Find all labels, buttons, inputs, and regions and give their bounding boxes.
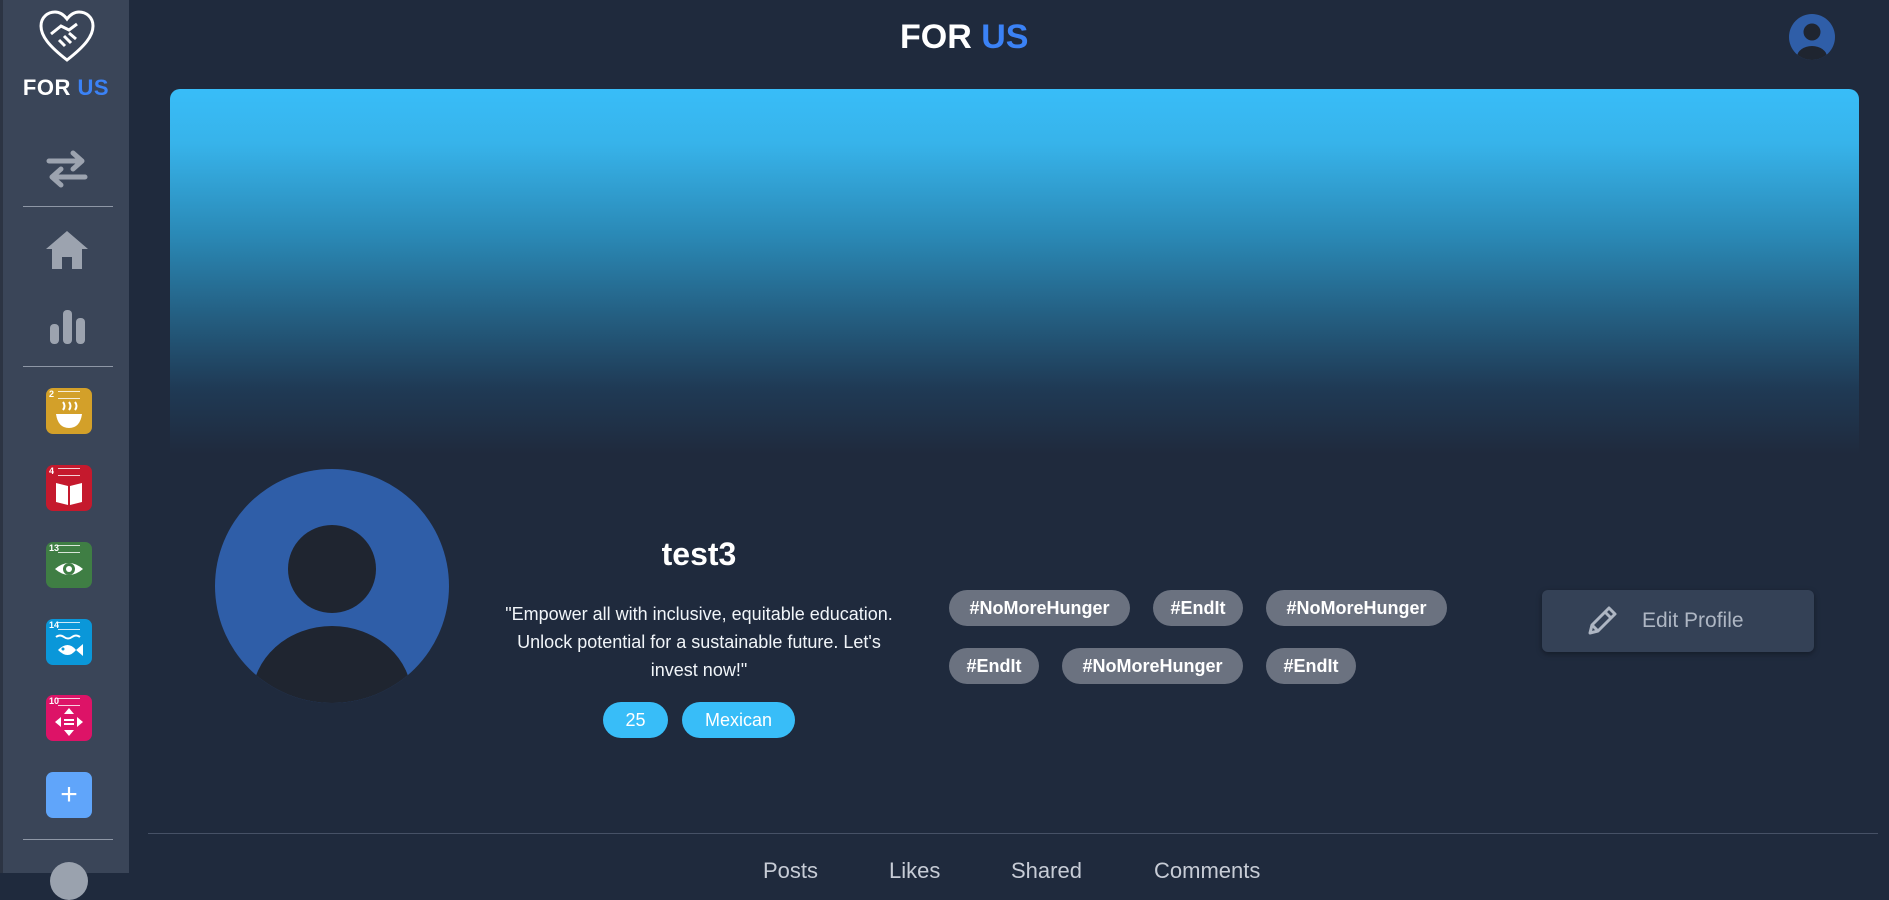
tab-likes[interactable]: Likes [889,858,940,884]
sdg-14-life-below-water-icon[interactable]: 14 [46,619,92,665]
edit-profile-button[interactable]: Edit Profile [1542,590,1814,652]
age-badge: 25 [603,702,668,738]
hashtag-tag[interactable]: #NoMoreHunger [1266,590,1447,626]
hashtag-tag[interactable]: #NoMoreHunger [1062,648,1243,684]
tab-shared[interactable]: Shared [1011,858,1082,884]
sidebar-avatar[interactable] [50,862,88,900]
edit-profile-label: Edit Profile [1642,609,1744,632]
profile-banner [170,89,1859,454]
hashtag-tag[interactable]: #EndIt [949,648,1039,684]
sidebar-divider [23,839,113,840]
user-avatar-icon[interactable] [1788,13,1836,61]
brand-name: FOR US [22,75,110,100]
sidebar-divider [23,206,113,207]
bar-chart-icon[interactable] [43,302,91,350]
profile-avatar [215,469,449,703]
pencil-icon [1588,606,1617,635]
add-button[interactable]: + [46,772,92,818]
tabs-divider [148,833,1878,834]
tab-posts[interactable]: Posts [763,858,818,884]
eye-icon [55,563,83,575]
book-icon [56,483,82,505]
hashtag-tag[interactable]: #EndIt [1153,590,1243,626]
sdg-4-quality-education-icon[interactable]: 4 [46,465,92,511]
profile-bio: "Empower all with inclusive, equitable e… [505,604,893,680]
sidebar-divider [23,366,113,367]
sdg-10-reduced-inequalities-icon[interactable]: 10 [46,695,92,741]
handshake-heart-logo-icon[interactable] [37,8,97,64]
sidebar: FOR US 2 4 13 14 10 + [0,0,129,900]
hashtag-tag[interactable]: #NoMoreHunger [949,590,1130,626]
arrows-icon [55,708,83,736]
tab-comments[interactable]: Comments [1154,858,1260,884]
page-title: FOR US [900,18,1029,56]
username: test3 [661,536,737,572]
swap-icon[interactable] [43,145,91,193]
bowl-icon [56,401,82,428]
hashtag-tag[interactable]: #EndIt [1266,648,1356,684]
sdg-2-zero-hunger-icon[interactable]: 2 [46,388,92,434]
home-icon[interactable] [43,226,91,274]
nationality-badge: Mexican [682,702,795,738]
sdg-13-climate-action-icon[interactable]: 13 [46,542,92,588]
fish-icon [55,634,83,656]
